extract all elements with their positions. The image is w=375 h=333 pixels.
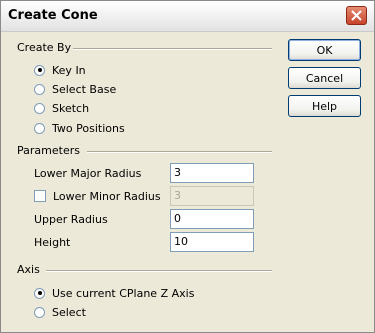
create-by-divider <box>73 48 272 50</box>
parameters-divider <box>87 151 272 153</box>
radio-select-axis[interactable]: Select <box>34 304 86 320</box>
radio-button[interactable] <box>34 83 45 95</box>
create-by-group-label: Create By <box>17 41 72 54</box>
radio-use-cplane-z-axis[interactable]: Use current CPlane Z Axis <box>34 285 194 301</box>
ok-button[interactable]: OK <box>288 39 361 61</box>
radio-label: Select <box>52 305 86 319</box>
upper-radius-input[interactable]: 0 <box>170 209 254 229</box>
parameters-group-label: Parameters <box>17 144 80 157</box>
radio-key-in[interactable]: Key In <box>34 62 86 78</box>
radio-two-positions[interactable]: Two Positions <box>34 120 125 136</box>
lower-major-radius-label: Lower Major Radius <box>34 167 142 180</box>
radio-label: Key In <box>52 63 86 77</box>
help-button[interactable]: Help <box>288 95 361 117</box>
cancel-button[interactable]: Cancel <box>288 67 361 89</box>
radio-select-base[interactable]: Select Base <box>34 81 116 97</box>
upper-radius-label: Upper Radius <box>34 213 108 226</box>
radio-label: Select Base <box>52 82 117 96</box>
dialog-title: Create Cone <box>8 8 98 23</box>
lower-minor-radius-checkbox[interactable] <box>34 190 46 202</box>
create-cone-dialog: Create Cone Create By Key In Select Base… <box>0 0 375 333</box>
radio-label: Sketch <box>52 101 90 115</box>
axis-group-label: Axis <box>17 263 40 276</box>
radio-label: Two Positions <box>52 121 125 135</box>
close-button[interactable] <box>346 6 367 25</box>
lower-minor-radius-input: 3 <box>170 186 254 206</box>
radio-button[interactable] <box>34 122 45 134</box>
radio-button[interactable] <box>34 306 45 318</box>
close-icon <box>351 10 362 21</box>
radio-label: Use current CPlane Z Axis <box>52 286 195 300</box>
radio-sketch[interactable]: Sketch <box>34 100 89 116</box>
title-bar[interactable]: Create Cone <box>1 1 374 32</box>
lower-major-radius-input[interactable]: 3 <box>170 163 254 183</box>
radio-button[interactable] <box>34 102 45 114</box>
axis-divider <box>46 270 272 272</box>
radio-button[interactable] <box>34 64 45 76</box>
height-input[interactable]: 10 <box>170 232 254 252</box>
lower-minor-radius-label: Lower Minor Radius <box>53 190 161 203</box>
height-label: Height <box>34 236 71 249</box>
radio-button[interactable] <box>34 287 45 299</box>
